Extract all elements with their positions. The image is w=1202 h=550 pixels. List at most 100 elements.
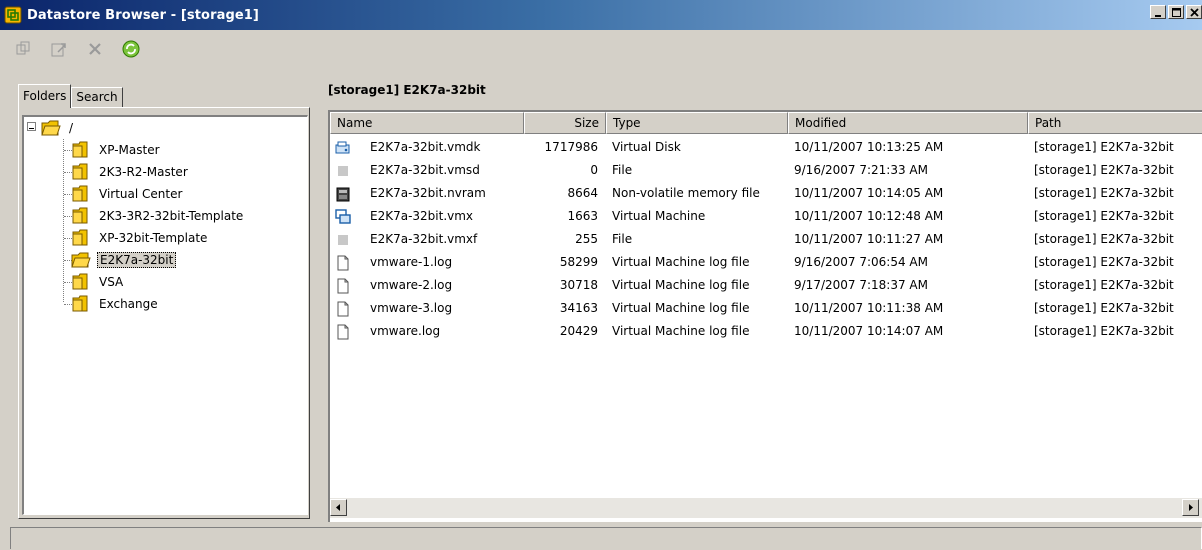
tab-folders[interactable]: Folders — [18, 84, 72, 108]
nvram-icon — [336, 187, 350, 202]
file-modified: 10/11/2007 10:11:27 AM — [794, 232, 944, 246]
tree-item[interactable]: Exchange — [70, 293, 160, 315]
file-list[interactable]: Name Size Type Modified Path E2K7a-32bit… — [328, 110, 1202, 522]
folder-icon — [72, 295, 88, 312]
minimize-button[interactable] — [1150, 5, 1166, 19]
tree-item-label: 2K3-3R2-32bit-Template — [99, 209, 244, 223]
status-bar — [10, 527, 1202, 549]
minimize-icon — [1155, 15, 1161, 17]
column-header-modified[interactable]: Modified — [788, 112, 1028, 134]
column-header-modified-label: Modified — [795, 116, 847, 130]
file-modified: 10/11/2007 10:11:38 AM — [794, 301, 944, 315]
folder-tree[interactable]: / XP-Master 2K3-R2-Master Virtual Center 2K… — [22, 115, 308, 515]
column-header-path-label: Path — [1035, 116, 1062, 130]
close-button[interactable] — [1186, 5, 1202, 19]
file-path: [storage1] E2K7a-32bit — [1034, 278, 1174, 292]
file-type: Virtual Machine log file — [612, 255, 750, 269]
tree-root-label: / — [69, 121, 74, 135]
upload-button[interactable] — [48, 38, 70, 60]
tree-item-label: E2K7a-32bit — [97, 252, 177, 268]
file-row[interactable]: E2K7a-32bit.vmx 1663 Virtual Machine 10/11/… — [330, 206, 1202, 229]
file-row[interactable]: E2K7a-32bit.vmdk 1717986 Virtual Disk 10/11… — [330, 137, 1202, 160]
column-header-name-label: Name — [337, 116, 373, 130]
file-size: 8664 — [567, 186, 598, 200]
horizontal-scrollbar[interactable] — [330, 498, 1202, 518]
file-size: 255 — [575, 232, 598, 246]
folder-icon — [72, 141, 88, 158]
file-row[interactable]: vmware-3.log 34163 Virtual Machine log fil… — [330, 298, 1202, 321]
new-folder-button[interactable] — [12, 38, 34, 60]
refresh-icon — [122, 40, 140, 58]
virtual-disk-icon — [335, 141, 350, 154]
file-row[interactable]: vmware-1.log 58299 Virtual Machine log fil… — [330, 252, 1202, 275]
window-title: Datastore Browser - [storage1] — [27, 7, 259, 23]
file-modified: 9/16/2007 7:21:33 AM — [794, 163, 928, 177]
collapse-toggle[interactable] — [27, 122, 36, 131]
column-header-name[interactable]: Name — [330, 112, 524, 134]
file-name: E2K7a-32bit.vmxf — [370, 232, 478, 246]
file-path: [storage1] E2K7a-32bit — [1034, 324, 1174, 338]
toolbar — [0, 30, 1202, 68]
tree-root[interactable]: / — [40, 117, 75, 139]
log-file-icon — [337, 255, 349, 271]
left-pane-tabs: Folders Search — [18, 84, 123, 108]
file-row[interactable]: E2K7a-32bit.nvram 8664 Non-volatile memory… — [330, 183, 1202, 206]
file-size: 0 — [590, 163, 598, 177]
arrow-left-icon — [336, 504, 340, 511]
delete-icon — [89, 43, 101, 55]
log-file-icon — [337, 324, 349, 340]
refresh-button[interactable] — [120, 38, 142, 60]
file-modified: 10/11/2007 10:13:25 AM — [794, 140, 944, 154]
tree-item[interactable]: XP-32bit-Template — [70, 227, 209, 249]
file-path: [storage1] E2K7a-32bit — [1034, 186, 1174, 200]
folder-icon — [72, 273, 88, 290]
file-path: [storage1] E2K7a-32bit — [1034, 209, 1174, 223]
file-row[interactable]: vmware-2.log 30718 Virtual Machine log fil… — [330, 275, 1202, 298]
column-header-path[interactable]: Path — [1028, 112, 1202, 134]
file-size: 30718 — [559, 278, 598, 292]
column-header-size[interactable]: Size — [524, 112, 606, 134]
column-header-type[interactable]: Type — [606, 112, 788, 134]
file-row[interactable]: E2K7a-32bit.vmsd 0 File 9/16/2007 7:21:33 A… — [330, 160, 1202, 183]
file-size: 20429 — [559, 324, 598, 338]
file-type: Virtual Machine log file — [612, 278, 750, 292]
tree-item[interactable]: XP-Master — [70, 139, 162, 161]
folder-open-icon — [71, 252, 91, 268]
maximize-button[interactable] — [1168, 5, 1184, 19]
file-name: vmware-2.log — [370, 278, 453, 292]
tree-item-label: 2K3-R2-Master — [99, 165, 188, 179]
file-size: 58299 — [559, 255, 598, 269]
maximize-icon — [1172, 8, 1181, 17]
scroll-right-button[interactable] — [1182, 499, 1199, 516]
file-row[interactable]: E2K7a-32bit.vmxf 255 File 10/11/2007 10:11:… — [330, 229, 1202, 252]
file-path: [storage1] E2K7a-32bit — [1034, 232, 1174, 246]
tree-item[interactable]: 2K3-3R2-32bit-Template — [70, 205, 245, 227]
log-file-icon — [337, 301, 349, 317]
tree-item-label: Virtual Center — [99, 187, 183, 201]
current-path: [storage1] E2K7a-32bit — [328, 83, 486, 97]
new-folder-icon — [16, 41, 30, 55]
file-type: File — [612, 232, 633, 246]
file-name: vmware.log — [370, 324, 441, 338]
file-path: [storage1] E2K7a-32bit — [1034, 255, 1174, 269]
file-size: 1717986 — [544, 140, 598, 154]
arrow-right-icon — [1189, 504, 1193, 511]
tree-item[interactable]: VSA — [70, 271, 125, 293]
tree-item-label: XP-Master — [99, 143, 160, 157]
window-controls — [1148, 5, 1202, 19]
delete-button[interactable] — [84, 38, 106, 60]
tree-item[interactable]: E2K7a-32bit — [70, 249, 177, 271]
tree-item[interactable]: Virtual Center — [70, 183, 184, 205]
scroll-left-button[interactable] — [330, 499, 347, 516]
file-modified: 10/11/2007 10:12:48 AM — [794, 209, 944, 223]
file-name: E2K7a-32bit.vmsd — [370, 163, 480, 177]
file-modified: 9/17/2007 7:18:37 AM — [794, 278, 928, 292]
file-type: Virtual Machine log file — [612, 301, 750, 315]
title-bar[interactable]: Datastore Browser - [storage1] — [0, 0, 1202, 30]
tab-search[interactable]: Search — [71, 87, 123, 108]
file-row[interactable]: vmware.log 20429 Virtual Machine log file 1… — [330, 321, 1202, 344]
log-file-icon — [337, 278, 349, 294]
folder-icon — [72, 163, 88, 180]
tree-item-label: VSA — [99, 275, 124, 289]
tree-item[interactable]: 2K3-R2-Master — [70, 161, 190, 183]
